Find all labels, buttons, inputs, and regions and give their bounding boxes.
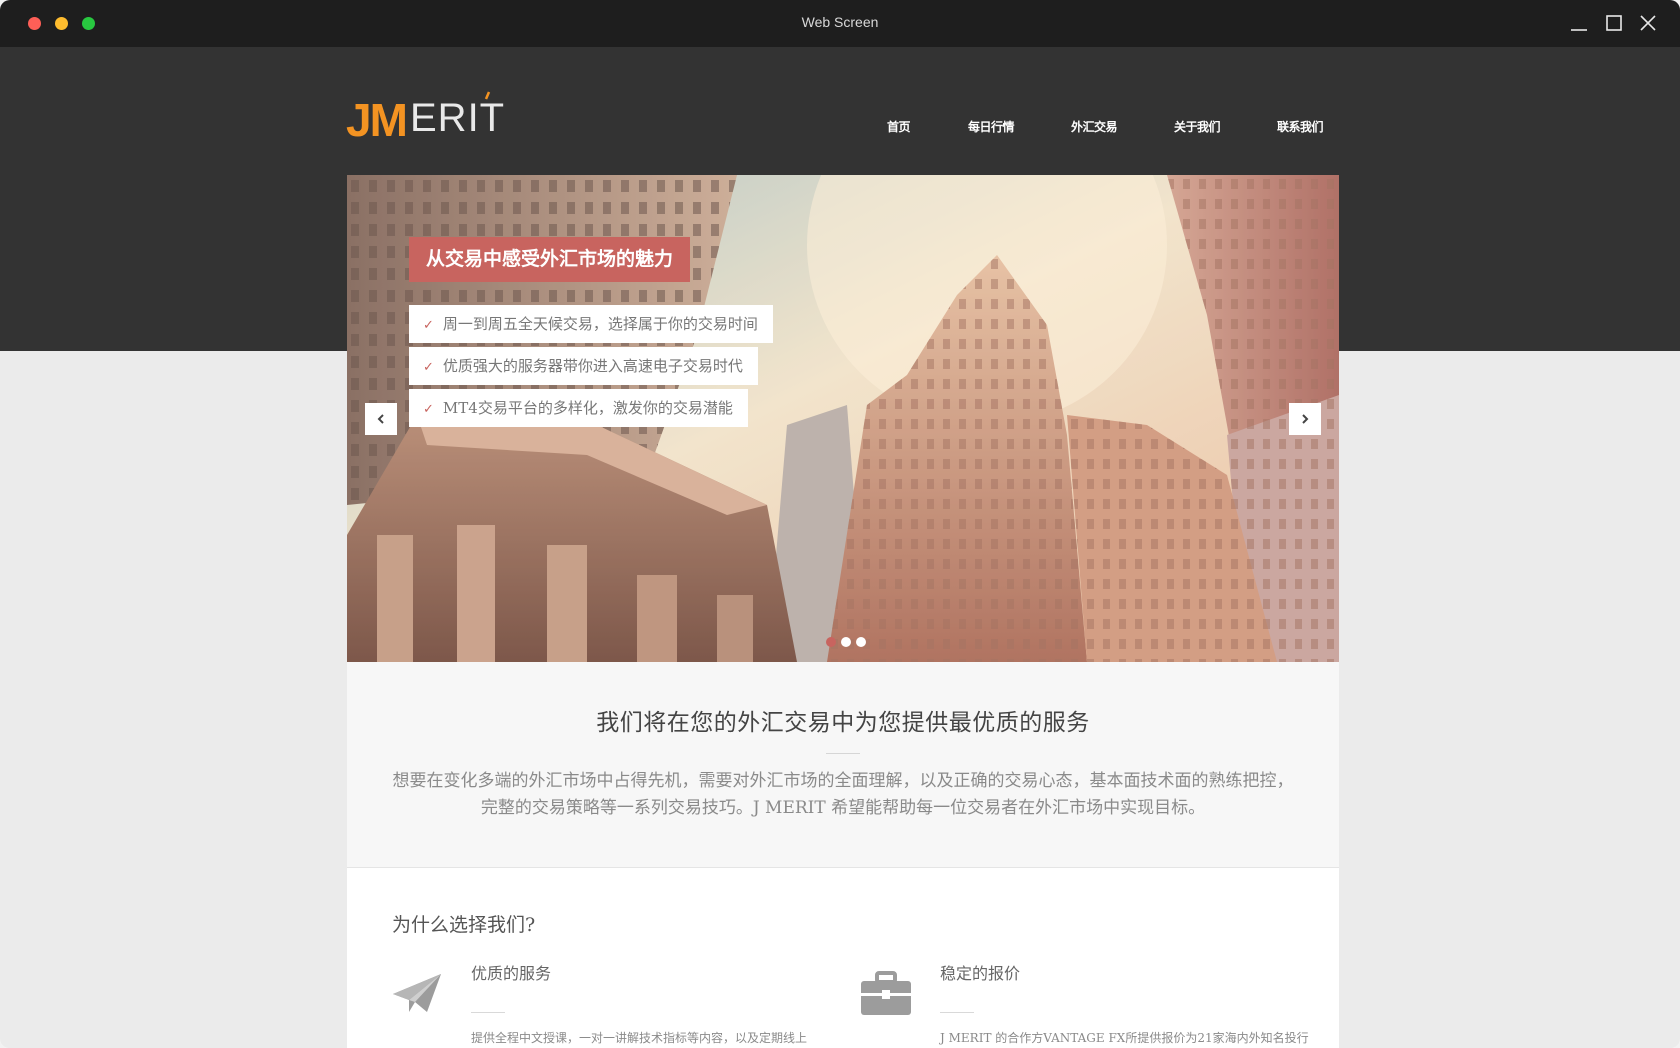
slider-dot[interactable] [856,637,866,647]
intro-heading: 我们将在您的外汇交易中为您提供最优质的服务 [596,710,1090,736]
window-title: Web Screen [801,14,879,30]
slider-prev-button[interactable] [365,403,397,435]
close-window-icon[interactable] [1637,12,1659,34]
slide-feature-text: MT4交易平台的多样化，激发你的交易潜能 [442,399,733,417]
chevron-right-icon [1302,414,1309,424]
why-item-text: 提供全程中文授课，一对一讲解技术指标等内容，以及定期线上 [471,1031,808,1045]
logo-erit-text: ERIT [410,96,505,140]
site-logo[interactable]: JM ERIT [346,90,506,146]
nav-forex-trading[interactable]: 外汇交易 [1071,118,1118,135]
why-choose-us-section: 为什么选择我们? 优质的服务 提供全程中文授课，一对一讲解技术指标等内容，以及定… [347,868,1339,1048]
slide-title: 从交易中感受外汇市场的魅力 [409,237,691,282]
why-heading: 为什么选择我们? [392,914,536,936]
nav-home[interactable]: 首页 [887,118,911,135]
why-item-text: J MERIT 的合作方VANTAGE FX所提供报价为21家海内外知名投行 [940,1031,1309,1045]
chevron-left-icon [377,414,384,424]
nav-contact-us[interactable]: 联系我们 [1277,118,1324,135]
check-icon: ✓ [423,402,434,417]
intro-section: 我们将在您的外汇交易中为您提供最优质的服务 想要在变化多端的外汇市场中占得先机，… [347,662,1339,868]
why-item-divider [940,1012,974,1013]
check-icon: ✓ [423,318,434,333]
minimize-icon[interactable] [1568,12,1590,34]
why-item-divider [471,1012,505,1013]
slider-dot[interactable] [841,637,851,647]
slide-feature-item: ✓ 优质强大的服务器带你进入高速电子交易时代 [409,347,758,385]
maximize-icon[interactable] [1603,12,1625,34]
paper-plane-icon [393,974,441,1012]
nav-about-us[interactable]: 关于我们 [1174,118,1221,135]
browser-window: Web Screen JM ERIT 首页 每日行情 外汇交易 关于我们 联系我… [0,0,1680,1048]
slider-next-button[interactable] [1289,403,1321,435]
slide-feature-text: 优质强大的服务器带你进入高速电子交易时代 [442,357,743,375]
slide-feature-item: ✓ MT4交易平台的多样化，激发你的交易潜能 [409,389,748,427]
why-item-title: 优质的服务 [471,964,552,983]
check-icon: ✓ [423,360,434,375]
why-item-title: 稳定的报价 [940,964,1021,983]
briefcase-icon [861,971,911,1015]
slide-feature-item: ✓ 周一到周五全天候交易，选择属于你的交易时间 [409,305,773,343]
nav-daily-market[interactable]: 每日行情 [968,118,1015,135]
intro-divider [826,753,860,754]
slider-dot[interactable] [826,637,836,647]
logo-jm-text: JM [346,94,406,142]
web-page: JM ERIT 首页 每日行情 外汇交易 关于我们 联系我们 从交易中感受外汇市… [0,47,1680,1048]
slide-feature-text: 周一到周五全天候交易，选择属于你的交易时间 [442,315,758,333]
window-titlebar: Web Screen [0,0,1680,47]
hero-slider[interactable]: 从交易中感受外汇市场的魅力 ✓ 周一到周五全天候交易，选择属于你的交易时间 ✓ 优质… [347,175,1339,662]
intro-paragraph: 想要在变化多端的外汇市场中占得先机，需要对外汇市场的全面理解，以及正确的交易心态… [392,771,1294,818]
